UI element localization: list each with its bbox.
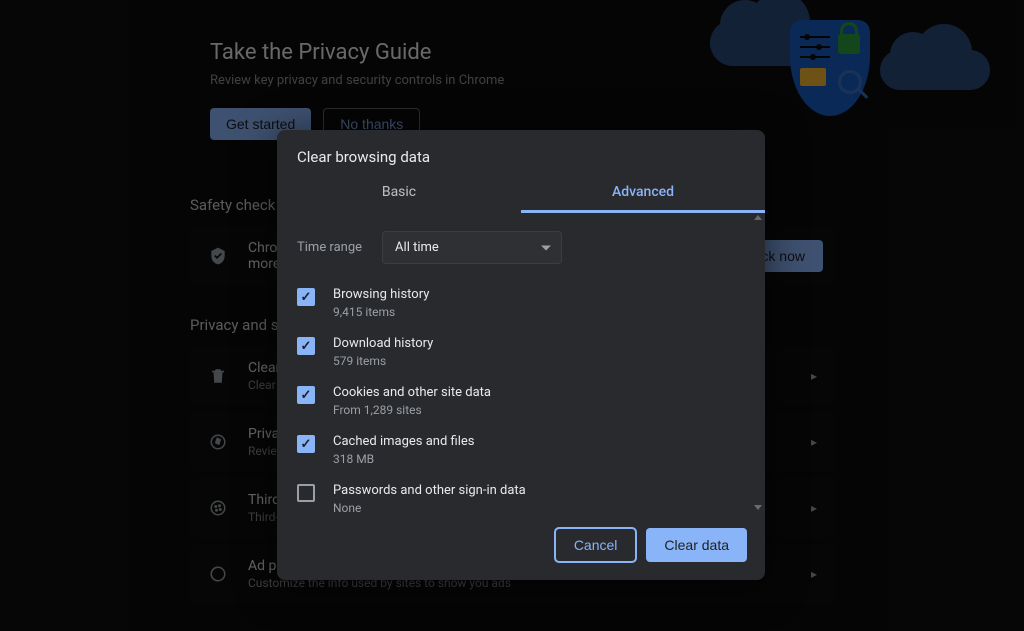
scroll-up-icon[interactable] <box>754 215 762 220</box>
time-range-row: Time range All time <box>297 225 755 264</box>
option-cached[interactable]: ✓ Cached images and files 318 MB <box>297 429 755 478</box>
lock-icon <box>838 34 860 54</box>
option-passwords[interactable]: Passwords and other sign-in data None <box>297 478 755 512</box>
envelope-icon <box>800 68 826 86</box>
scrollbar[interactable] <box>754 213 762 512</box>
option-title: Cached images and files <box>333 434 474 449</box>
option-title: Cookies and other site data <box>333 385 491 400</box>
dialog-tabs: Basic Advanced <box>277 172 765 213</box>
option-cookies[interactable]: ✓ Cookies and other site data From 1,289… <box>297 380 755 429</box>
magnifier-icon <box>838 70 862 94</box>
ad-privacy-icon <box>208 564 228 584</box>
chevron-right-icon: ▸ <box>811 567 817 581</box>
compass-icon <box>208 432 228 452</box>
checkbox-checked-icon[interactable]: ✓ <box>297 288 315 306</box>
scroll-down-icon[interactable] <box>754 505 762 510</box>
clear-browsing-data-dialog: Clear browsing data Basic Advanced Time … <box>277 130 765 580</box>
tab-advanced[interactable]: Advanced <box>521 172 765 213</box>
checkbox-checked-icon[interactable]: ✓ <box>297 386 315 404</box>
time-range-label: Time range <box>297 240 362 255</box>
time-range-select[interactable]: All time <box>382 231 562 264</box>
cancel-button[interactable]: Cancel <box>555 528 637 562</box>
option-sub: 318 MB <box>333 452 474 466</box>
dialog-body: Time range All time ✓ Browsing history 9… <box>277 213 765 512</box>
chevron-right-icon: ▸ <box>811 369 817 383</box>
checkbox-unchecked-icon[interactable] <box>297 484 315 502</box>
option-title: Browsing history <box>333 287 429 302</box>
option-sub: 9,415 items <box>333 305 429 319</box>
tab-basic[interactable]: Basic <box>277 172 521 213</box>
cookie-icon <box>208 498 228 518</box>
chevron-right-icon: ▸ <box>811 435 817 449</box>
shield-icon <box>790 20 870 116</box>
time-range-value: All time <box>395 240 439 255</box>
option-title: Passwords and other sign-in data <box>333 483 526 498</box>
cloud-icon <box>880 50 990 90</box>
promo-illustration <box>690 10 990 150</box>
clear-data-button[interactable]: Clear data <box>646 528 747 562</box>
option-sub: 579 items <box>333 354 433 368</box>
dialog-title: Clear browsing data <box>277 130 765 172</box>
option-download-history[interactable]: ✓ Download history 579 items <box>297 331 755 380</box>
option-sub: From 1,289 sites <box>333 403 491 417</box>
option-browsing-history[interactable]: ✓ Browsing history 9,415 items <box>297 282 755 331</box>
option-sub: None <box>333 501 526 512</box>
checkbox-checked-icon[interactable]: ✓ <box>297 337 315 355</box>
chevron-down-icon <box>541 245 551 250</box>
checkbox-checked-icon[interactable]: ✓ <box>297 435 315 453</box>
trash-icon <box>208 366 228 386</box>
shield-check-icon <box>208 246 228 266</box>
option-title: Download history <box>333 336 433 351</box>
dialog-footer: Cancel Clear data <box>277 512 765 580</box>
chevron-right-icon: ▸ <box>811 501 817 515</box>
